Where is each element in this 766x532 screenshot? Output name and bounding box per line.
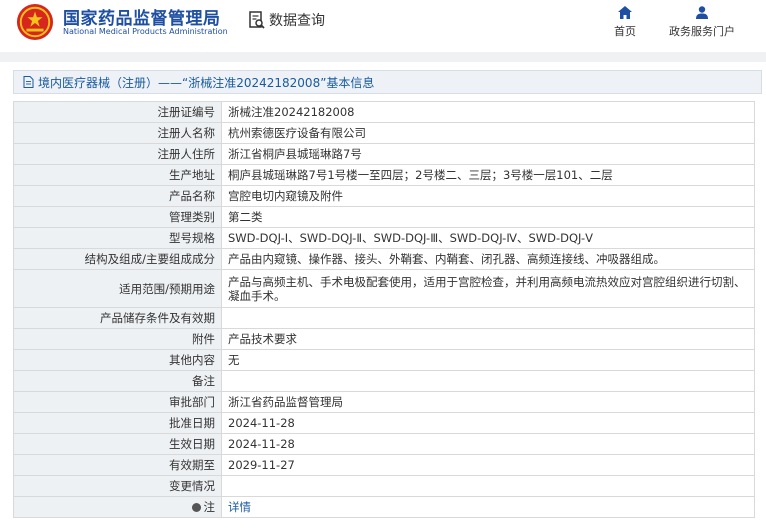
field-value: 浙械注准20242182008 [221,101,755,123]
field-value: 浙江省药品监督管理局 [221,391,755,413]
table-row: 审批部门 浙江省药品监督管理局 [13,391,755,413]
table-row: 注册人名称 杭州索德医疗设备有限公司 [13,122,755,144]
field-value: 杭州索德医疗设备有限公司 [221,122,755,144]
table-row: 变更情况 [13,475,755,497]
field-value: 宫腔电切内窥镜及附件 [221,185,755,207]
table-row: 附件 产品技术要求 [13,328,755,350]
field-label: 批准日期 [13,412,222,434]
note-label: 注 [203,500,216,514]
field-label: 注册人住所 [13,143,222,165]
details-link[interactable]: 详情 [228,500,251,514]
data-query-label: 数据查询 [269,13,325,29]
field-label: 附件 [13,328,222,350]
nav-service-portal[interactable]: 政务服务门户 [664,6,740,39]
note-value-cell: 详情 [221,496,755,518]
table-row: 适用范围/预期用途 产品与高频主机、手术电极配套使用，适用于宫腔检查，并利用高频电… [13,269,755,308]
home-icon [618,6,632,19]
table-row: 注 详情 [13,496,755,518]
field-value [221,475,755,497]
field-value: 浙江省桐庐县城瑶琳路7号 [221,143,755,165]
user-icon [696,6,708,19]
data-query-link[interactable]: 数据查询 [248,10,325,30]
table-row: 其他内容无 [13,349,755,371]
brand-title[interactable]: 国家药品监督管理局 [63,4,221,29]
field-value: 桐庐县城瑶琳路7号1号楼一至四层；2号楼二、三层；3号楼一层101、二层 [221,164,755,186]
document-icon [23,76,34,88]
field-label: 型号规格 [13,227,222,249]
field-value: 2029-11-27 [221,454,755,476]
table-row: 有效期至 2029-11-27 [13,454,755,476]
table-row: 生效日期 2024-11-28 [13,433,755,455]
site-header: 国家药品监督管理局 National Medical Products Admi… [0,0,766,48]
field-label: 有效期至 [13,454,222,476]
search-document-icon [249,11,265,29]
field-value [221,307,755,329]
field-label: 产品储存条件及有效期 [13,307,222,329]
field-label: 其他内容 [13,349,222,371]
info-icon [191,503,201,512]
record-title-bar: 境内医疗器械（注册）——“浙械注准20242182008”基本信息 [13,70,762,94]
table-row: 注册证编号 浙械注准20242182008 [13,101,755,123]
field-label: 产品名称 [13,185,222,207]
field-label: 审批部门 [13,391,222,413]
note-label-cell: 注 [13,496,222,518]
field-value: SWD-DQJ-Ⅰ、SWD-DQJ-Ⅱ、SWD-DQJ-Ⅲ、SWD-DQJ-Ⅳ、… [221,227,755,249]
field-value [221,370,755,392]
table-row: 产品储存条件及有效期 [13,307,755,329]
record-title: 境内医疗器械（注册）——“浙械注准20242182008”基本信息 [38,75,375,90]
field-label: 注册证编号 [13,101,222,123]
field-label: 生效日期 [13,433,222,455]
field-label: 备注 [13,370,222,392]
field-value: 第二类 [221,206,755,228]
field-label: 适用范围/预期用途 [13,269,222,308]
table-row: 生产地址 桐庐县城瑶琳路7号1号楼一至四层；2号楼二、三层；3号楼一层101、二层 [13,164,755,186]
national-emblem-icon[interactable] [16,3,54,41]
field-value: 2024-11-28 [221,412,755,434]
field-value: 无 [221,349,755,371]
table-row: 批准日期 2024-11-28 [13,412,755,434]
header-divider [0,52,766,62]
table-row: 注册人住所 浙江省桐庐县城瑶琳路7号 [13,143,755,165]
field-label: 注册人名称 [13,122,222,144]
field-label: 变更情况 [13,475,222,497]
nav-portal-label: 政务服务门户 [669,25,735,38]
field-value: 产品与高频主机、手术电极配套使用，适用于宫腔检查，并利用高频电流热效应对宫腔组织… [221,269,755,308]
field-label: 生产地址 [13,164,222,186]
table-row: 型号规格 SWD-DQJ-Ⅰ、SWD-DQJ-Ⅱ、SWD-DQJ-Ⅲ、SWD-DQ… [13,227,755,249]
table-row: 备注 [13,370,755,392]
field-label: 结构及组成/主要组成成分 [13,248,222,270]
field-value: 2024-11-28 [221,433,755,455]
field-label: 管理类别 [13,206,222,228]
table-row: 产品名称 宫腔电切内窥镜及附件 [13,185,755,207]
field-value: 产品技术要求 [221,328,755,350]
table-row: 结构及组成/主要组成成分 产品由内窥镜、操作器、接头、外鞘套、内鞘套、闭孔器、高频… [13,248,755,270]
nav-home[interactable]: 首页 [610,6,640,39]
brand-subtitle: National Medical Products Administration [63,27,228,36]
field-value: 产品由内窥镜、操作器、接头、外鞘套、内鞘套、闭孔器、高频连接线、冲吸器组成。 [221,248,755,270]
nav-home-label: 首页 [614,25,636,38]
table-row: 管理类别 第二类 [13,206,755,228]
registration-detail-table: 注册证编号 浙械注准20242182008 注册人名称 杭州索德医疗设备有限公司 注… [13,101,755,518]
